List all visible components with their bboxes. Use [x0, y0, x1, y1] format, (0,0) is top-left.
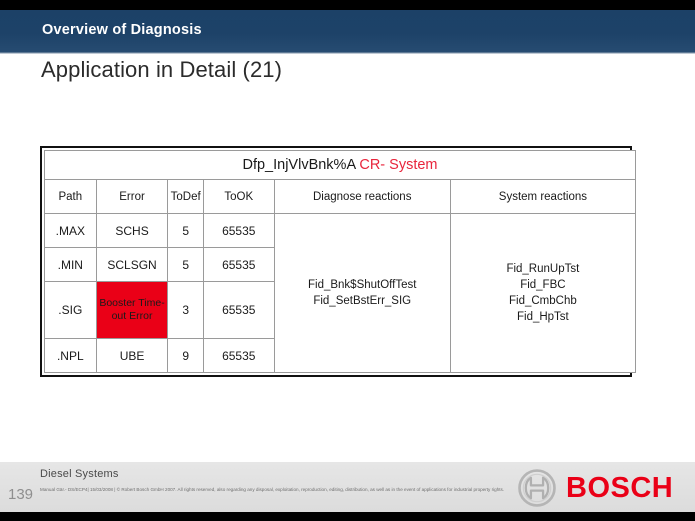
- copyright-notice: Manual Gär.- DS/ECP4| 15/03/2008 | © Rob…: [40, 487, 505, 492]
- cell-todef: 9: [167, 338, 204, 373]
- cell-path: .SIG: [44, 281, 97, 339]
- cell-todef: 3: [167, 281, 204, 339]
- cell-path: .MAX: [44, 213, 97, 248]
- slide-number: 139: [8, 486, 34, 503]
- bosch-logo: BOSCH: [518, 468, 673, 508]
- section-title: Overview of Diagnosis: [42, 22, 202, 38]
- column-header-error: Error: [95, 179, 169, 214]
- table-title-row: Dfp_InjVlvBnk%A CR- System: [44, 150, 636, 180]
- diagnosis-table-wrapper: Dfp_InjVlvBnk%A CR- System Path Error To…: [40, 146, 637, 377]
- letterbox-top: [0, 0, 695, 10]
- slide-canvas: Overview of Diagnosis Application in Det…: [0, 0, 695, 521]
- bosch-armature-icon: [518, 469, 556, 507]
- column-header-took: ToOK: [202, 179, 275, 214]
- table-title-system-label: CR- System: [359, 157, 438, 173]
- cell-path: .MIN: [44, 247, 97, 282]
- table-title-label: Dfp_InjVlvBnk%A: [242, 157, 356, 173]
- cell-took: 65535: [202, 247, 275, 282]
- page-title: Application in Detail (21): [41, 57, 283, 82]
- table-outer-frame: Dfp_InjVlvBnk%A CR- System Path Error To…: [40, 146, 637, 377]
- column-header-path: Path: [44, 179, 97, 214]
- cell-error: UBE: [95, 338, 169, 373]
- cell-took: 65535: [202, 281, 275, 339]
- cell-system-reactions: Fid_RunUpTst Fid_FBC Fid_CmbChb Fid_HpTs…: [449, 213, 637, 373]
- column-header-diagnose-reactions: Diagnose reactions: [273, 179, 451, 214]
- cell-took: 65535: [202, 213, 275, 248]
- department-label: Diesel Systems: [40, 468, 119, 480]
- cell-todef: 5: [167, 247, 204, 282]
- cell-error: SCHS: [95, 213, 169, 248]
- cell-error-highlighted: Booster Time-out Error: [95, 281, 169, 339]
- column-header-system-reactions: System reactions: [449, 179, 637, 214]
- letterbox-bottom: [0, 512, 695, 521]
- bosch-wordmark: BOSCH: [566, 472, 674, 504]
- cell-path: .NPL: [44, 338, 97, 373]
- column-header-todef: ToDef: [167, 179, 204, 214]
- table-title-cell: Dfp_InjVlvBnk%A CR- System: [44, 150, 636, 180]
- table-header-row: Path Error ToDef ToOK Diagnose reactions…: [44, 179, 637, 214]
- table-row: .MAX SCHS 5 65535 Fid_Bnk$ShutOffTest Fi…: [44, 213, 637, 373]
- title-band-rule: [0, 52, 695, 54]
- cell-error: SCLSGN: [95, 247, 169, 282]
- diagnosis-table: Dfp_InjVlvBnk%A CR- System Path Error To…: [44, 150, 637, 373]
- cell-took: 65535: [202, 338, 275, 373]
- cell-todef: 5: [167, 213, 204, 248]
- cell-diagnose-reactions: Fid_Bnk$ShutOffTest Fid_SetBstErr_SIG: [273, 213, 451, 373]
